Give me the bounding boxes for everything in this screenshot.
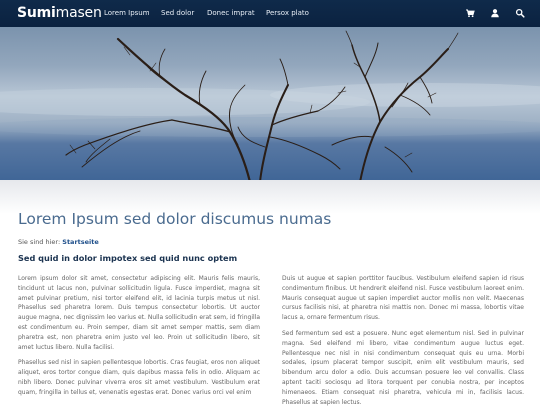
hero-image-bare-branches <box>0 27 540 182</box>
user-icon[interactable] <box>490 8 500 18</box>
text-column-right: Duis ut augue et sapien porttitor faucib… <box>282 274 524 413</box>
page-title: Lorem Ipsum sed dolor discumus numas <box>18 210 332 228</box>
breadcrumb: Sie sind hier: Startseite <box>18 238 99 246</box>
top-navigation-bar: Sumimasen Lorem Ipsum Sed dolor Donec im… <box>0 0 540 27</box>
paragraph: Phasellus sed nisl in sapien pellentesqu… <box>18 359 260 396</box>
paragraph: Duis ut augue et sapien porttitor faucib… <box>282 275 524 322</box>
breadcrumb-prefix: Sie sind hier: <box>18 238 61 246</box>
nav-item-sed-dolor[interactable]: Sed dolor <box>161 9 194 17</box>
nav-item-donec-imprat[interactable]: Donec imprat <box>207 9 255 17</box>
site-logo[interactable]: Sumimasen <box>17 5 102 21</box>
cart-icon[interactable] <box>465 8 475 18</box>
nav-item-lorem-ipsum[interactable]: Lorem Ipsum <box>104 9 150 17</box>
text-column-left: Lorem ipsum dolor sit amet, consectetur … <box>18 274 260 404</box>
paragraph: Lorem ipsum dolor sit amet, consectetur … <box>18 275 260 351</box>
paragraph: Sed fermentum sed est a posuere. Nunc eg… <box>282 329 524 406</box>
hero-bottom-fade <box>0 180 540 214</box>
nav-item-persox-plato[interactable]: Persox plato <box>266 9 309 17</box>
logo-bold-text: Sumi <box>17 5 56 21</box>
breadcrumb-link-home[interactable]: Startseite <box>62 238 99 246</box>
search-icon[interactable] <box>515 8 525 18</box>
section-subtitle: Sed quid in dolor impotex sed quid nunc … <box>18 253 238 263</box>
logo-light-text: masen <box>55 5 102 21</box>
